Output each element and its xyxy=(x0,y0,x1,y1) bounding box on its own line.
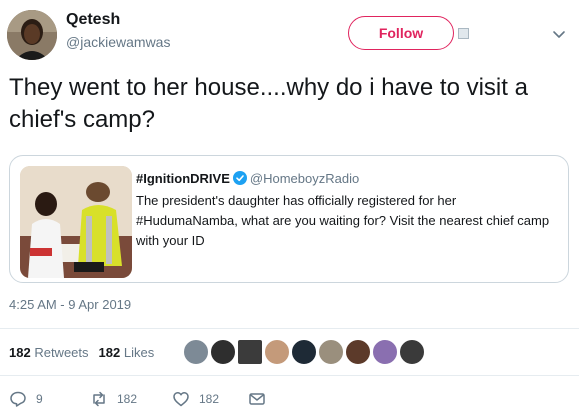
liker-avatar[interactable] xyxy=(237,339,263,365)
retweet-count: 182 xyxy=(117,392,138,406)
liker-avatar[interactable] xyxy=(291,339,317,365)
liker-avatar[interactable] xyxy=(399,339,425,365)
liker-avatar[interactable] xyxy=(318,339,344,365)
quoted-author-name[interactable]: #IgnitionDRIVE xyxy=(136,171,230,186)
tweet-actions: 9 182 182 xyxy=(0,387,579,411)
notification-badge-icon xyxy=(458,28,469,39)
quoted-tweet-image[interactable] xyxy=(20,166,132,278)
divider xyxy=(0,375,579,376)
like-count: 182 xyxy=(199,392,220,406)
reply-count: 9 xyxy=(36,392,43,406)
tweet-timestamp[interactable]: 4:25 AM - 9 Apr 2019 xyxy=(9,297,131,312)
engagement-stats: 182 Retweets 182 Likes xyxy=(9,345,154,360)
liker-avatar[interactable] xyxy=(264,339,290,365)
quoted-tweet-photo xyxy=(20,166,132,278)
author-avatar[interactable] xyxy=(7,10,57,60)
reply-icon xyxy=(10,391,26,407)
retweets-stat[interactable]: 182 Retweets xyxy=(9,345,89,360)
heart-icon xyxy=(173,392,189,407)
liker-avatar[interactable] xyxy=(372,339,398,365)
tweet-text: They went to her house....why do i have … xyxy=(9,74,528,133)
retweet-button[interactable]: 182 xyxy=(90,387,137,411)
author-display-name[interactable]: Qetesh xyxy=(66,11,120,29)
author-avatar-image xyxy=(7,10,57,60)
quoted-tweet[interactable]: #IgnitionDRIVE @HomeboyzRadio The preside… xyxy=(9,155,569,283)
chevron-down-icon[interactable] xyxy=(551,26,567,42)
quoted-tweet-text: The president's daughter has officially … xyxy=(136,193,550,248)
divider xyxy=(0,328,579,329)
envelope-icon xyxy=(249,393,265,405)
reply-button[interactable]: 9 xyxy=(9,387,43,411)
liker-avatar[interactable] xyxy=(183,339,209,365)
verified-badge-icon xyxy=(232,171,247,185)
follow-button[interactable]: Follow xyxy=(348,16,454,50)
likes-stat[interactable]: 182 Likes xyxy=(99,345,155,360)
liker-avatar[interactable] xyxy=(345,339,371,365)
direct-message-button[interactable] xyxy=(248,387,275,411)
likes-count: 182 xyxy=(98,345,121,360)
quoted-author-handle[interactable]: @HomeboyzRadio xyxy=(250,171,359,186)
retweets-count: 182 xyxy=(9,345,31,360)
author-handle[interactable]: @jackiewamwas xyxy=(66,34,170,50)
retweets-label: Retweets xyxy=(34,345,89,360)
liker-avatar[interactable] xyxy=(210,339,236,365)
quoted-tweet-header: #IgnitionDRIVE @HomeboyzRadio xyxy=(136,171,359,186)
retweet-icon xyxy=(93,391,105,407)
tweet-header: Qetesh @jackiewamwas Follow xyxy=(0,0,579,70)
like-button[interactable]: 182 xyxy=(172,387,219,411)
likes-label: Likes xyxy=(123,345,155,360)
